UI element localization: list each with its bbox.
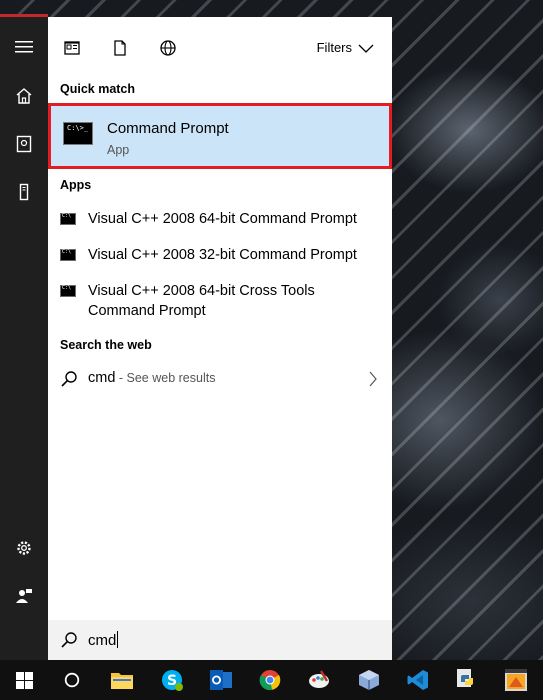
python-button[interactable] — [443, 660, 491, 700]
settings-button[interactable] — [0, 526, 48, 570]
home-button[interactable] — [0, 74, 48, 118]
app-icon — [505, 669, 527, 691]
vscode-button[interactable] — [394, 660, 442, 700]
windows-start-button[interactable] — [0, 660, 48, 700]
quick-match-subtitle: App — [107, 143, 130, 157]
skype-icon: S — [162, 670, 183, 691]
web-result-text: cmd - See web results — [88, 370, 216, 386]
feedback-person-icon — [16, 589, 32, 603]
start-search-panel: Filters Quick match C:\>_ Command Prompt… — [48, 17, 392, 660]
app-item-label: Visual C++ 2008 32-bit Command Prompt — [88, 247, 357, 263]
start-left-rail — [0, 17, 48, 660]
cortana-button[interactable] — [48, 660, 96, 700]
web-filter-icon[interactable] — [159, 39, 177, 57]
chevron-right-icon — [369, 371, 377, 387]
feedback-button[interactable] — [0, 574, 48, 618]
virtualbox-icon — [359, 670, 379, 690]
paint-icon — [309, 670, 329, 688]
notebook-button[interactable] — [0, 122, 48, 166]
web-search-result[interactable]: cmd - See web results — [48, 361, 392, 397]
chrome-icon — [259, 670, 281, 691]
outlook-icon — [210, 670, 232, 690]
file-explorer-icon — [111, 673, 133, 689]
command-prompt-icon: C:\>_ — [63, 122, 93, 145]
python-icon — [457, 669, 473, 687]
app-button[interactable] — [492, 660, 540, 700]
file-explorer-button[interactable] — [98, 660, 146, 700]
search-box[interactable]: cmd — [48, 620, 392, 660]
search-icon — [61, 371, 77, 387]
chevron-down-icon — [358, 44, 374, 53]
command-prompt-icon: C:\ — [60, 285, 76, 297]
command-prompt-icon: C:\ — [60, 213, 76, 225]
gear-icon — [17, 541, 31, 555]
app-item-vc2008-32[interactable]: C:\ Visual C++ 2008 32-bit Command Promp… — [48, 243, 392, 267]
filters-button[interactable]: Filters — [317, 40, 374, 55]
notebook-icon — [16, 135, 32, 153]
home-icon — [16, 88, 32, 104]
quick-match-command-prompt[interactable]: C:\>_ Command Prompt App — [48, 103, 392, 169]
command-prompt-icon: C:\ — [60, 249, 76, 261]
tower-icon — [19, 183, 29, 201]
section-quick-match: Quick match — [60, 82, 136, 96]
quick-match-title: Command Prompt — [107, 120, 229, 137]
app-item-label: Visual C++ 2008 64-bit Command Prompt — [88, 211, 357, 227]
section-apps: Apps — [60, 178, 92, 192]
vscode-icon — [407, 670, 428, 690]
windows-start-icon — [15, 671, 33, 689]
taskbar: S — [0, 660, 543, 700]
outlook-button[interactable] — [197, 660, 245, 700]
hamburger-icon — [15, 41, 33, 53]
virtualbox-button[interactable] — [345, 660, 393, 700]
search-icon — [61, 632, 77, 648]
section-search-web: Search the web — [60, 338, 152, 352]
skype-button[interactable]: S — [148, 660, 196, 700]
app-item-vc2008-64[interactable]: C:\ Visual C++ 2008 64-bit Command Promp… — [48, 207, 392, 231]
device-button[interactable] — [0, 170, 48, 214]
hamburger-menu-button[interactable] — [0, 25, 48, 69]
app-item-vc2008-cross-tools[interactable]: C:\ Visual C++ 2008 64-bit Cross Tools C… — [48, 279, 392, 323]
chrome-button[interactable] — [246, 660, 294, 700]
documents-filter-icon[interactable] — [111, 39, 129, 57]
paint-button[interactable] — [295, 660, 343, 700]
cortana-icon — [64, 672, 80, 688]
search-input[interactable]: cmd — [88, 631, 119, 649]
filters-label: Filters — [316, 40, 352, 55]
panel-toolbar: Filters — [48, 17, 392, 78]
app-item-label: Visual C++ 2008 64-bit Cross Tools Comma… — [88, 283, 315, 319]
apps-filter-icon[interactable] — [63, 39, 81, 57]
